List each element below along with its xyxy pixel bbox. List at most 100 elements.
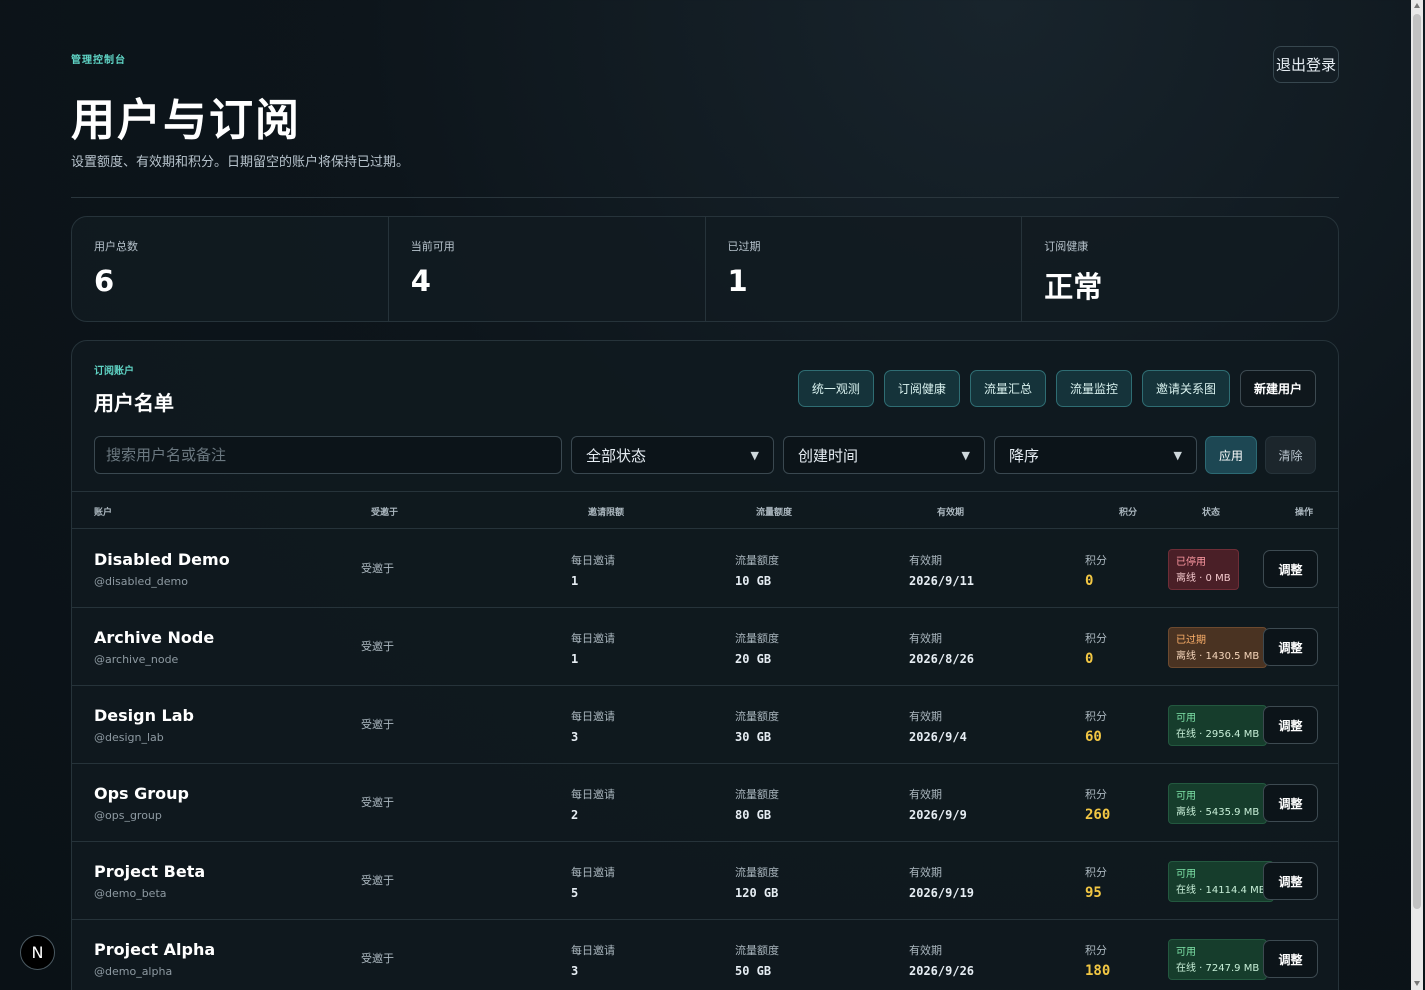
column-header-action: 操作 bbox=[1295, 508, 1314, 518]
points-value: 260 bbox=[1085, 807, 1111, 823]
status-badge: 可用 在线 · 2956.4 MB bbox=[1168, 705, 1268, 746]
search-input[interactable] bbox=[94, 436, 562, 474]
stat-active-users: 当前可用 4 bbox=[389, 217, 706, 321]
validity-label: 有效期 bbox=[909, 866, 942, 879]
points-value: 0 bbox=[1085, 573, 1094, 589]
validity-label: 有效期 bbox=[909, 632, 942, 645]
invited-by: 受邀于 bbox=[361, 952, 394, 965]
adjust-button[interactable]: 调整 bbox=[1263, 862, 1318, 900]
status-detail: 在线 · 2956.4 MB bbox=[1176, 729, 1260, 740]
quota-value: 120 GB bbox=[735, 886, 779, 900]
user-table-body: Disabled Demo @disabled_demo 受邀于 每日邀请 1 … bbox=[72, 530, 1338, 990]
status-badge: 已过期 离线 · 1430.5 MB bbox=[1168, 627, 1268, 668]
quota-value: 10 GB bbox=[735, 574, 772, 588]
account-handle: @design_lab bbox=[94, 731, 164, 744]
points-value: 0 bbox=[1085, 651, 1094, 667]
traffic-summary-button[interactable]: 流量汇总 bbox=[969, 370, 1046, 407]
column-header-points: 积分 bbox=[1119, 508, 1138, 518]
table-row: Project Alpha @demo_alpha 受邀于 每日邀请 3 流量额… bbox=[72, 920, 1338, 990]
clear-button[interactable]: 清除 bbox=[1265, 436, 1316, 474]
points-value: 180 bbox=[1085, 963, 1111, 979]
invite-label: 每日邀请 bbox=[571, 788, 615, 801]
user-list-panel: 订阅账户 用户名单 统一观测 订阅健康 流量汇总 流量监控 邀请关系图 新建用户… bbox=[71, 340, 1339, 990]
column-header-status: 状态 bbox=[1202, 508, 1221, 518]
account-handle: @demo_beta bbox=[94, 887, 167, 900]
table-header: 账户 受邀于 邀请限额 流量额度 有效期 积分 状态 操作 bbox=[72, 491, 1338, 529]
sort-order-value: 降序 bbox=[1009, 446, 1040, 465]
adjust-button[interactable]: 调整 bbox=[1263, 940, 1318, 978]
panel-title: 用户名单 bbox=[94, 391, 174, 415]
header-divider bbox=[71, 197, 1339, 198]
invite-graph-button[interactable]: 邀请关系图 bbox=[1141, 370, 1230, 407]
points-label: 积分 bbox=[1085, 710, 1107, 723]
validity-label: 有效期 bbox=[909, 554, 942, 567]
account-handle: @demo_alpha bbox=[94, 965, 173, 978]
next-dev-badge[interactable]: N bbox=[20, 935, 55, 970]
apply-button[interactable]: 应用 bbox=[1205, 436, 1257, 474]
page-scrollbar[interactable] bbox=[1411, 0, 1423, 990]
panel-eyebrow: 订阅账户 bbox=[94, 366, 134, 377]
status-label: 可用 bbox=[1176, 713, 1196, 724]
stat-value: 正常 bbox=[1044, 270, 1103, 304]
sort-order-select[interactable]: 降序 ▼ bbox=[994, 436, 1197, 474]
account-name: Project Beta bbox=[94, 862, 206, 881]
stat-expired-users: 已过期 1 bbox=[706, 217, 1023, 321]
adjust-button[interactable]: 调整 bbox=[1263, 706, 1318, 744]
invite-value: 2 bbox=[571, 808, 579, 822]
points-label: 积分 bbox=[1085, 632, 1107, 645]
account-name: Archive Node bbox=[94, 628, 215, 647]
panel-actions: 统一观测 订阅健康 流量汇总 流量监控 邀请关系图 新建用户 bbox=[797, 370, 1316, 407]
invite-label: 每日邀请 bbox=[571, 632, 615, 645]
status-label: 可用 bbox=[1176, 947, 1196, 958]
quota-value: 80 GB bbox=[735, 808, 772, 822]
scroll-down-arrow-icon[interactable] bbox=[1414, 981, 1420, 986]
validity-value: 2026/9/11 bbox=[909, 574, 975, 588]
quota-value: 30 GB bbox=[735, 730, 772, 744]
filter-bar: 全部状态 ▼ 创建时间 ▼ 降序 ▼ 应用 清除 bbox=[94, 436, 1316, 474]
invited-by: 受邀于 bbox=[361, 640, 394, 653]
status-badge: 可用 在线 · 7247.9 MB bbox=[1168, 939, 1268, 980]
sort-field-select[interactable]: 创建时间 ▼ bbox=[783, 436, 985, 474]
column-header-invite-limit: 邀请限额 bbox=[588, 508, 625, 518]
table-row: Disabled Demo @disabled_demo 受邀于 每日邀请 1 … bbox=[72, 530, 1338, 608]
adjust-button[interactable]: 调整 bbox=[1263, 628, 1318, 666]
points-label: 积分 bbox=[1085, 554, 1107, 567]
table-row: Ops Group @ops_group 受邀于 每日邀请 2 流量额度 80 … bbox=[72, 764, 1338, 842]
status-select[interactable]: 全部状态 ▼ bbox=[571, 436, 774, 474]
validity-label: 有效期 bbox=[909, 944, 942, 957]
stat-subscription-health: 订阅健康 正常 bbox=[1022, 217, 1338, 321]
scroll-up-arrow-icon[interactable] bbox=[1414, 3, 1420, 8]
traffic-monitor-button[interactable]: 流量监控 bbox=[1055, 370, 1132, 407]
scrollbar-thumb[interactable] bbox=[1413, 14, 1421, 909]
status-detail: 离线 · 0 MB bbox=[1176, 573, 1231, 584]
invited-by: 受邀于 bbox=[361, 718, 394, 731]
stat-total-users: 用户总数 6 bbox=[72, 217, 389, 321]
stat-label: 订阅健康 bbox=[1044, 240, 1089, 253]
invite-value: 3 bbox=[571, 964, 579, 978]
column-header-invited-by: 受邀于 bbox=[371, 508, 399, 518]
points-value: 95 bbox=[1085, 885, 1102, 901]
quota-label: 流量额度 bbox=[735, 554, 779, 567]
adjust-button[interactable]: 调整 bbox=[1263, 784, 1318, 822]
console-eyebrow: 管理控制台 bbox=[71, 55, 126, 66]
logout-button[interactable]: 退出登录 bbox=[1273, 46, 1339, 83]
account-name: Design Lab bbox=[94, 706, 194, 725]
validity-label: 有效期 bbox=[909, 788, 942, 801]
subscription-health-button[interactable]: 订阅健康 bbox=[883, 370, 960, 407]
new-user-button[interactable]: 新建用户 bbox=[1239, 370, 1316, 407]
validity-value: 2026/9/4 bbox=[909, 730, 967, 744]
adjust-button[interactable]: 调整 bbox=[1263, 550, 1318, 588]
quota-label: 流量额度 bbox=[735, 788, 779, 801]
invite-value: 5 bbox=[571, 886, 579, 900]
status-badge: 已停用 离线 · 0 MB bbox=[1168, 549, 1239, 590]
invite-label: 每日邀请 bbox=[571, 554, 615, 567]
quota-value: 20 GB bbox=[735, 652, 772, 666]
status-detail: 在线 · 14114.4 MB bbox=[1176, 885, 1266, 896]
stat-label: 用户总数 bbox=[94, 240, 138, 253]
invite-label: 每日邀请 bbox=[571, 710, 615, 723]
invite-value: 1 bbox=[571, 574, 579, 588]
column-header-traffic-quota: 流量额度 bbox=[756, 508, 793, 518]
overview-button[interactable]: 统一观测 bbox=[797, 370, 874, 407]
status-detail: 离线 · 1430.5 MB bbox=[1176, 651, 1260, 662]
column-header-account: 账户 bbox=[94, 508, 113, 518]
